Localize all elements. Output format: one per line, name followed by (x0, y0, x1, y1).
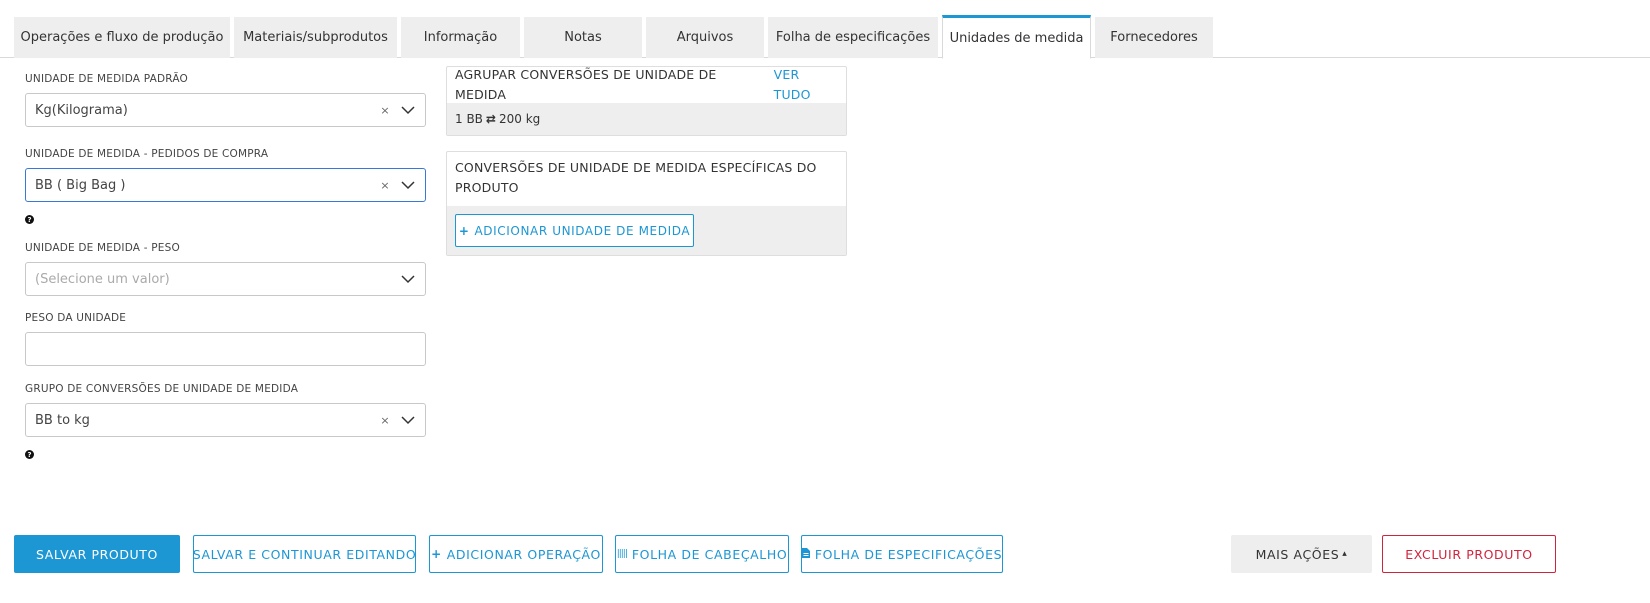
chevron-down-icon[interactable] (398, 269, 418, 289)
tab-units-of-measure[interactable]: Unidades de medida (942, 15, 1091, 59)
add-operation-label: ADICIONAR OPERAÇÃO (446, 546, 601, 562)
weight-uom-select[interactable]: (Selecione um valor) (25, 262, 426, 296)
chevron-down-icon[interactable] (398, 410, 418, 430)
add-uom-label: ADICIONAR UNIDADE DE MEDIDA (474, 223, 691, 238)
default-uom-label: UNIDADE DE MEDIDA PADRÃO (25, 73, 188, 85)
tab-notes[interactable]: Notas (524, 17, 642, 58)
group-conversions-title: AGRUPAR CONVERSÕES DE UNIDADE DE MEDIDA (455, 67, 717, 102)
product-conversions-title: CONVERSÕES DE UNIDADE DE MEDIDA ESPECÍFI… (455, 160, 817, 195)
conversion-row: 1 BB ⇄ 200 kg (447, 103, 846, 135)
tab-operations[interactable]: Operações e fluxo de produção (14, 17, 230, 58)
barcode-icon: ||||| (616, 549, 628, 559)
product-conversions-panel: CONVERSÕES DE UNIDADE DE MEDIDA ESPECÍFI… (446, 151, 847, 256)
clear-icon[interactable]: × (378, 414, 392, 427)
weight-uom-label: UNIDADE DE MEDIDA - PESO (25, 242, 180, 254)
chevron-down-icon[interactable] (398, 175, 418, 195)
spec-sheet-label: FOLHA DE ESPECIFICAÇÕES (814, 546, 1003, 562)
header-sheet-button[interactable]: ||||| FOLHA DE CABEÇALHO (615, 535, 789, 573)
default-uom-select[interactable]: Kg(Kilograma) × (25, 93, 426, 127)
caret-up-icon: ▴ (1342, 549, 1348, 559)
exchange-icon: ⇄ (485, 112, 496, 126)
conversion-group-select[interactable]: BB to kg × (25, 403, 426, 437)
unit-weight-label: PESO DA UNIDADE (25, 312, 127, 324)
weight-uom-placeholder: (Selecione um valor) (35, 271, 170, 287)
purchase-uom-value: BB ( Big Bag ) (35, 177, 126, 193)
purchase-uom-select[interactable]: BB ( Big Bag ) × (25, 168, 426, 202)
tab-information[interactable]: Informação (401, 17, 520, 58)
add-uom-button[interactable]: + ADICIONAR UNIDADE DE MEDIDA (455, 214, 694, 247)
save-product-button[interactable]: SALVAR PRODUTO (14, 535, 180, 573)
plus-icon: + (431, 547, 442, 561)
help-icon[interactable]: ? (25, 450, 34, 459)
tab-bar: Operações e fluxo de produção Materiais/… (0, 0, 1650, 59)
delete-product-button[interactable]: EXCLUIR PRODUTO (1382, 535, 1556, 573)
header-sheet-label: FOLHA DE CABEÇALHO (631, 546, 788, 562)
group-conversions-panel: AGRUPAR CONVERSÕES DE UNIDADE DE MEDIDA … (446, 66, 847, 136)
tab-materials[interactable]: Materiais/subprodutos (234, 17, 397, 58)
conversion-group-label: GRUPO DE CONVERSÕES DE UNIDADE DE MEDIDA (25, 383, 299, 395)
default-uom-value: Kg(Kilograma) (35, 102, 128, 118)
unit-weight-input[interactable] (25, 332, 426, 366)
conversion-group-value: BB to kg (35, 412, 90, 428)
conversion-left: 1 BB (455, 112, 483, 126)
tab-spec-sheet[interactable]: Folha de especificações (768, 17, 938, 58)
chevron-down-icon[interactable] (398, 100, 418, 120)
file-icon (801, 547, 810, 561)
save-continue-button[interactable]: SALVAR E CONTINUAR EDITANDO (193, 535, 416, 573)
view-all-link[interactable]: VER TUDO (774, 65, 838, 105)
add-operation-button[interactable]: + ADICIONAR OPERAÇÃO (429, 535, 603, 573)
spec-sheet-button[interactable]: FOLHA DE ESPECIFICAÇÕES (801, 535, 1003, 573)
more-actions-label: MAIS AÇÕES (1255, 546, 1340, 562)
help-icon[interactable]: ? (25, 215, 34, 224)
tab-suppliers[interactable]: Fornecedores (1095, 17, 1213, 58)
plus-icon: + (458, 223, 470, 238)
more-actions-button[interactable]: MAIS AÇÕES ▴ (1231, 535, 1372, 573)
clear-icon[interactable]: × (378, 104, 392, 117)
conversion-right: 200 kg (498, 112, 541, 126)
clear-icon[interactable]: × (378, 179, 392, 192)
tab-files[interactable]: Arquivos (646, 17, 764, 58)
purchase-uom-label: UNIDADE DE MEDIDA - PEDIDOS DE COMPRA (25, 148, 269, 160)
